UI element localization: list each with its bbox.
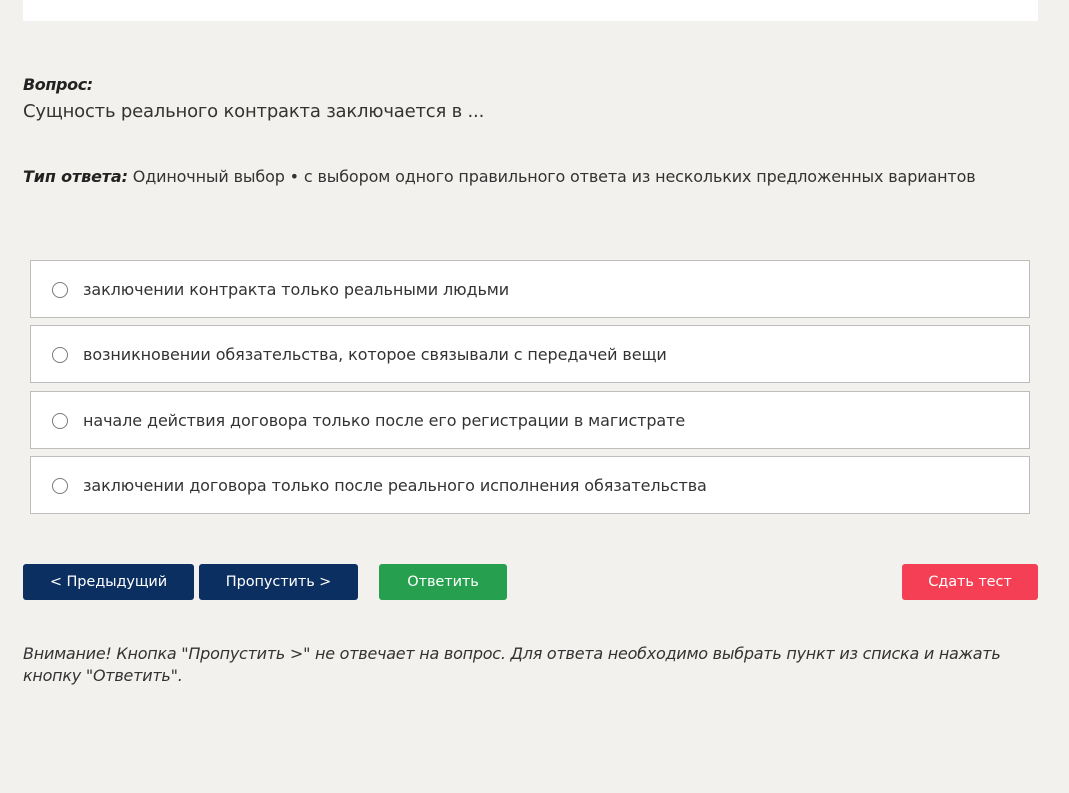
answer-button[interactable]: Ответить (379, 564, 507, 600)
question-label: Вопрос: (23, 75, 93, 94)
answer-option-text: возникновении обязательства, которое свя… (83, 345, 667, 365)
submit-test-button[interactable]: Сдать тест (902, 564, 1038, 600)
radio-button[interactable] (52, 477, 68, 494)
radio-button[interactable] (52, 347, 68, 364)
previous-button[interactable]: < Предыдущий (23, 564, 194, 600)
radio-button[interactable] (52, 412, 68, 429)
answer-option-text: заключении договора только после реально… (83, 475, 707, 495)
answer-option-text: заключении контракта только реальными лю… (83, 280, 510, 299)
radio-button[interactable] (52, 282, 68, 298)
top-panel (23, 0, 1038, 21)
answer-type: Тип ответа: Одиночный выбор • с выбором … (23, 167, 976, 186)
answer-option-text: начале действия договора только после ег… (83, 410, 686, 430)
answer-option-4[interactable]: заключении договора только после реально… (30, 455, 1030, 514)
answer-option-2[interactable]: возникновении обязательства, которое свя… (30, 325, 1030, 384)
warning-note: Внимание! Кнопка "Пропустить >" не отвеч… (23, 644, 1001, 685)
answer-option-3[interactable]: начале действия договора только после ег… (30, 390, 1030, 449)
answer-type-label: Тип ответа: (23, 167, 128, 186)
skip-button[interactable]: Пропустить > (199, 564, 358, 600)
question-text: Сущность реального контракта заключается… (23, 101, 485, 122)
answer-options: заключении контракта только реальными лю… (30, 260, 1030, 521)
answer-type-value: Одиночный выбор • с выбором одного прави… (132, 167, 976, 186)
answer-option-1[interactable]: заключении контракта только реальными лю… (30, 260, 1030, 318)
